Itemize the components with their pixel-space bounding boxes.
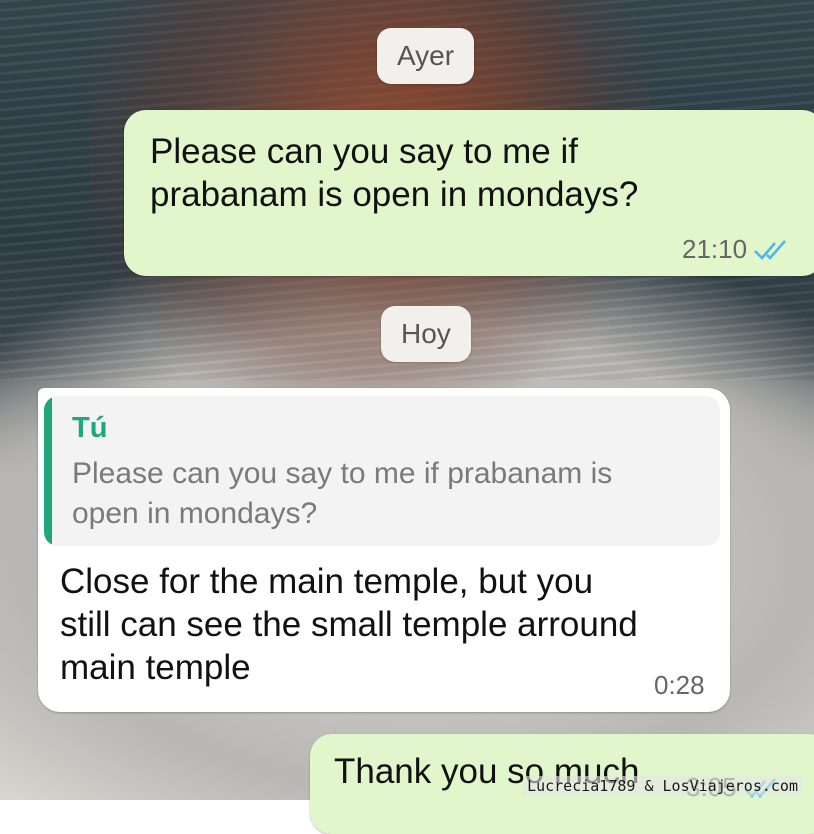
message-text-line: main temple <box>60 648 251 687</box>
message-meta: 21:10 <box>682 234 791 265</box>
date-separator-label: Ayer <box>397 40 455 71</box>
message-text: Close for the main temple, but you still… <box>60 560 638 689</box>
quoted-text-line: Please can you say to me if prabanam is <box>72 457 613 490</box>
message-text-line: still can see the small temple arround <box>60 605 638 644</box>
quoted-message[interactable]: Tú Please can you say to me if prabanam … <box>44 396 720 546</box>
watermark: Lucrecia1789 & LosViajeros.com <box>523 776 802 796</box>
date-separator-yesterday: Ayer <box>377 28 475 84</box>
message-meta: 0:28 <box>654 670 705 701</box>
incoming-message-bubble[interactable]: Tú Please can you say to me if prabanam … <box>38 388 730 712</box>
message-time: 0:28 <box>654 670 705 700</box>
quoted-text-line: open in mondays? <box>72 497 318 530</box>
message-text-line: prabanam is open in mondays? <box>150 175 639 214</box>
message-time: 21:10 <box>682 234 748 264</box>
quote-accent-bar <box>44 396 52 546</box>
message-text-line: Close for the main temple, but you <box>60 562 594 601</box>
date-separator-today: Hoy <box>381 306 471 362</box>
message-text-line: Please can you say to me if <box>150 132 578 171</box>
outgoing-message-bubble[interactable]: Please can you say to me if prabanam is … <box>124 110 814 276</box>
date-separator-label: Hoy <box>401 318 451 349</box>
read-receipt-double-check-icon <box>753 239 791 261</box>
message-text: Please can you say to me if prabanam is … <box>150 130 638 216</box>
quoted-text: Please can you say to me if prabanam is … <box>72 454 702 534</box>
quoted-author: Tú <box>72 412 108 444</box>
